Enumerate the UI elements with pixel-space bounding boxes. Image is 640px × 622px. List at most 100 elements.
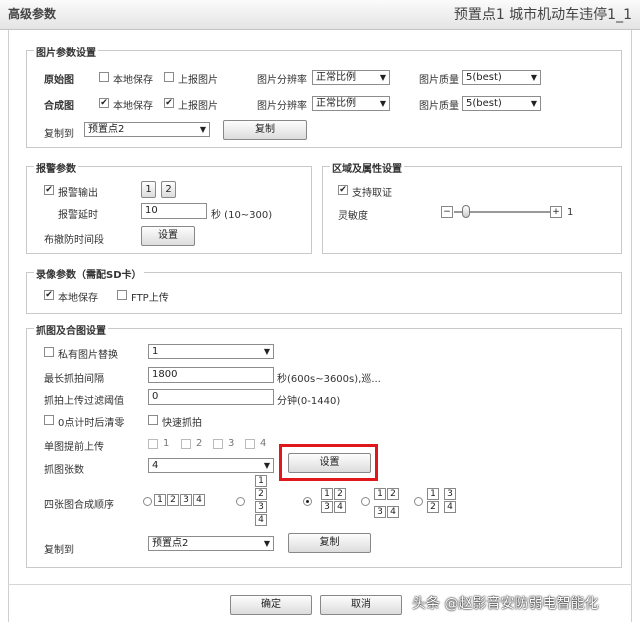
order-option-4-cell: 1	[374, 488, 386, 500]
order-option-1-cell: 1	[154, 494, 166, 506]
cancel-button[interactable]: 取消	[320, 595, 402, 615]
orig-quality-label: 图片质量	[419, 75, 459, 86]
alarm-delay-unit: 秒 (10~300)	[211, 210, 273, 221]
capture-count-select[interactable]: 4 ▼	[148, 458, 274, 473]
orig-local-save-label: 本地保存	[113, 75, 153, 86]
private-image-value: 1	[152, 346, 159, 357]
alarm-output-checkbox[interactable]: ✔	[44, 185, 54, 195]
comp-local-save-label: 本地保存	[113, 101, 153, 112]
comp-res-value: 正常比例	[316, 98, 356, 109]
alarm-delay-label: 报警延时	[58, 210, 98, 221]
pic-copy-button[interactable]: 复制	[223, 120, 307, 140]
comp-local-save-checkbox[interactable]: ✔	[99, 98, 109, 108]
comp-quality-label: 图片质量	[419, 101, 459, 112]
pre-upload-3-label: 3	[228, 438, 235, 449]
record-local-checkbox[interactable]: ✔	[44, 290, 54, 300]
alarm-channel-1-button[interactable]: 1	[141, 181, 156, 198]
sensitivity-label: 灵敏度	[338, 211, 368, 222]
pre-upload-1-checkbox[interactable]	[148, 439, 158, 449]
order-option-5-radio[interactable]	[414, 497, 423, 506]
order-option-4-cell: 4	[387, 506, 399, 518]
region-legend: 区域及属性设置	[330, 160, 404, 175]
watermark-text: 头条 @赵影音安防弱电智能化	[412, 596, 599, 612]
zero-clear-label: 0点计时后清零	[58, 418, 125, 429]
filter-threshold-label: 抓拍上传过滤阈值	[44, 396, 124, 407]
filter-threshold-input[interactable]: 0	[148, 389, 274, 405]
order-option-4-cell: 3	[374, 506, 386, 518]
pre-upload-label: 单图提前上传	[44, 442, 104, 453]
evidence-label: 支持取证	[352, 188, 392, 199]
comp-quality-select[interactable]: 5(best) ▼	[462, 96, 541, 111]
order-option-5-cell: 1	[427, 488, 439, 500]
alarm-delay-input[interactable]: 10	[141, 203, 207, 219]
capture-count-value: 4	[152, 460, 159, 471]
alarm-legend: 报警参数	[34, 160, 78, 175]
order-option-5-cell: 2	[427, 501, 439, 513]
pre-upload-4-checkbox[interactable]	[245, 439, 255, 449]
order-option-5-cell: 3	[444, 488, 456, 500]
pic-copy-select[interactable]: 预置点2 ▼	[84, 122, 210, 137]
sensitivity-plus-button[interactable]: +	[550, 206, 562, 218]
orig-image-label: 原始图	[44, 75, 74, 86]
window-subtitle: 预置点1 城市机动车违停1_1	[453, 7, 632, 23]
chevron-down-icon: ▼	[263, 461, 270, 470]
schedule-settings-button[interactable]: 设置	[141, 226, 195, 246]
pre-upload-1-label: 1	[163, 438, 170, 449]
orig-upload-checkbox[interactable]	[164, 72, 174, 82]
order-option-4-radio[interactable]	[361, 497, 370, 506]
chevron-down-icon: ▼	[199, 125, 206, 134]
comp-upload-checkbox[interactable]: ✔	[164, 98, 174, 108]
sensitivity-slider-handle[interactable]	[462, 205, 470, 218]
capture-copy-label: 复制到	[44, 545, 74, 556]
comp-res-label: 图片分辨率	[257, 101, 307, 112]
capture-copy-select[interactable]: 预置点2 ▼	[148, 536, 274, 551]
pic-copy-value: 预置点2	[88, 124, 125, 135]
evidence-checkbox[interactable]: ✔	[338, 185, 348, 195]
capture-legend: 抓图及合图设置	[34, 322, 108, 337]
order-option-1-radio[interactable]	[143, 497, 152, 506]
fast-capture-label: 快速抓拍	[162, 418, 202, 429]
ok-button[interactable]: 确定	[230, 595, 312, 615]
comp-image-label: 合成图	[44, 101, 74, 112]
private-image-checkbox[interactable]	[44, 347, 54, 357]
interval-unit: 秒(600s~3600s),巡...	[277, 374, 381, 385]
pre-upload-4-label: 4	[260, 438, 267, 449]
alarm-output-label: 报警输出	[58, 188, 98, 199]
window-title: 高级参数	[8, 7, 57, 21]
order-option-3-radio[interactable]	[303, 497, 312, 506]
orig-res-select[interactable]: 正常比例 ▼	[312, 70, 390, 85]
private-image-label: 私有图片替换	[58, 350, 118, 361]
fast-capture-checkbox[interactable]	[148, 415, 158, 425]
order-option-1-cell: 2	[167, 494, 179, 506]
sensitivity-minus-button[interactable]: −	[441, 206, 453, 218]
orig-upload-label: 上报图片	[178, 75, 218, 86]
orig-local-save-checkbox[interactable]	[99, 72, 109, 82]
order-option-3-cell: 2	[334, 488, 346, 500]
chevron-down-icon: ▼	[263, 347, 270, 356]
capture-count-settings-button[interactable]: 设置	[288, 453, 371, 473]
order-option-2-radio[interactable]	[236, 497, 245, 506]
alarm-channel-2-button[interactable]: 2	[161, 181, 176, 198]
capture-copy-value: 预置点2	[152, 538, 189, 549]
footer-divider	[8, 584, 632, 585]
chevron-down-icon: ▼	[263, 539, 270, 548]
order-option-5-cell: 4	[444, 501, 456, 513]
order-option-1-cell: 3	[180, 494, 192, 506]
chevron-down-icon: ▼	[530, 73, 537, 82]
schedule-label: 布撤防时间段	[44, 235, 104, 246]
pre-upload-3-checkbox[interactable]	[213, 439, 223, 449]
capture-count-label: 抓图张数	[44, 465, 84, 476]
interval-input[interactable]: 1800	[148, 367, 274, 383]
sensitivity-value: 1	[567, 207, 574, 218]
private-image-select[interactable]: 1 ▼	[148, 344, 274, 359]
zero-clear-checkbox[interactable]	[44, 415, 54, 425]
pre-upload-2-checkbox[interactable]	[181, 439, 191, 449]
record-ftp-label: FTP上传	[131, 293, 169, 304]
capture-copy-button[interactable]: 复制	[288, 533, 371, 553]
comp-quality-value: 5(best)	[466, 98, 502, 109]
record-ftp-checkbox[interactable]	[117, 290, 127, 300]
chevron-down-icon: ▼	[530, 99, 537, 108]
order-option-2-cell: 3	[255, 501, 267, 513]
comp-res-select[interactable]: 正常比例 ▼	[312, 96, 390, 111]
orig-quality-select[interactable]: 5(best) ▼	[462, 70, 541, 85]
